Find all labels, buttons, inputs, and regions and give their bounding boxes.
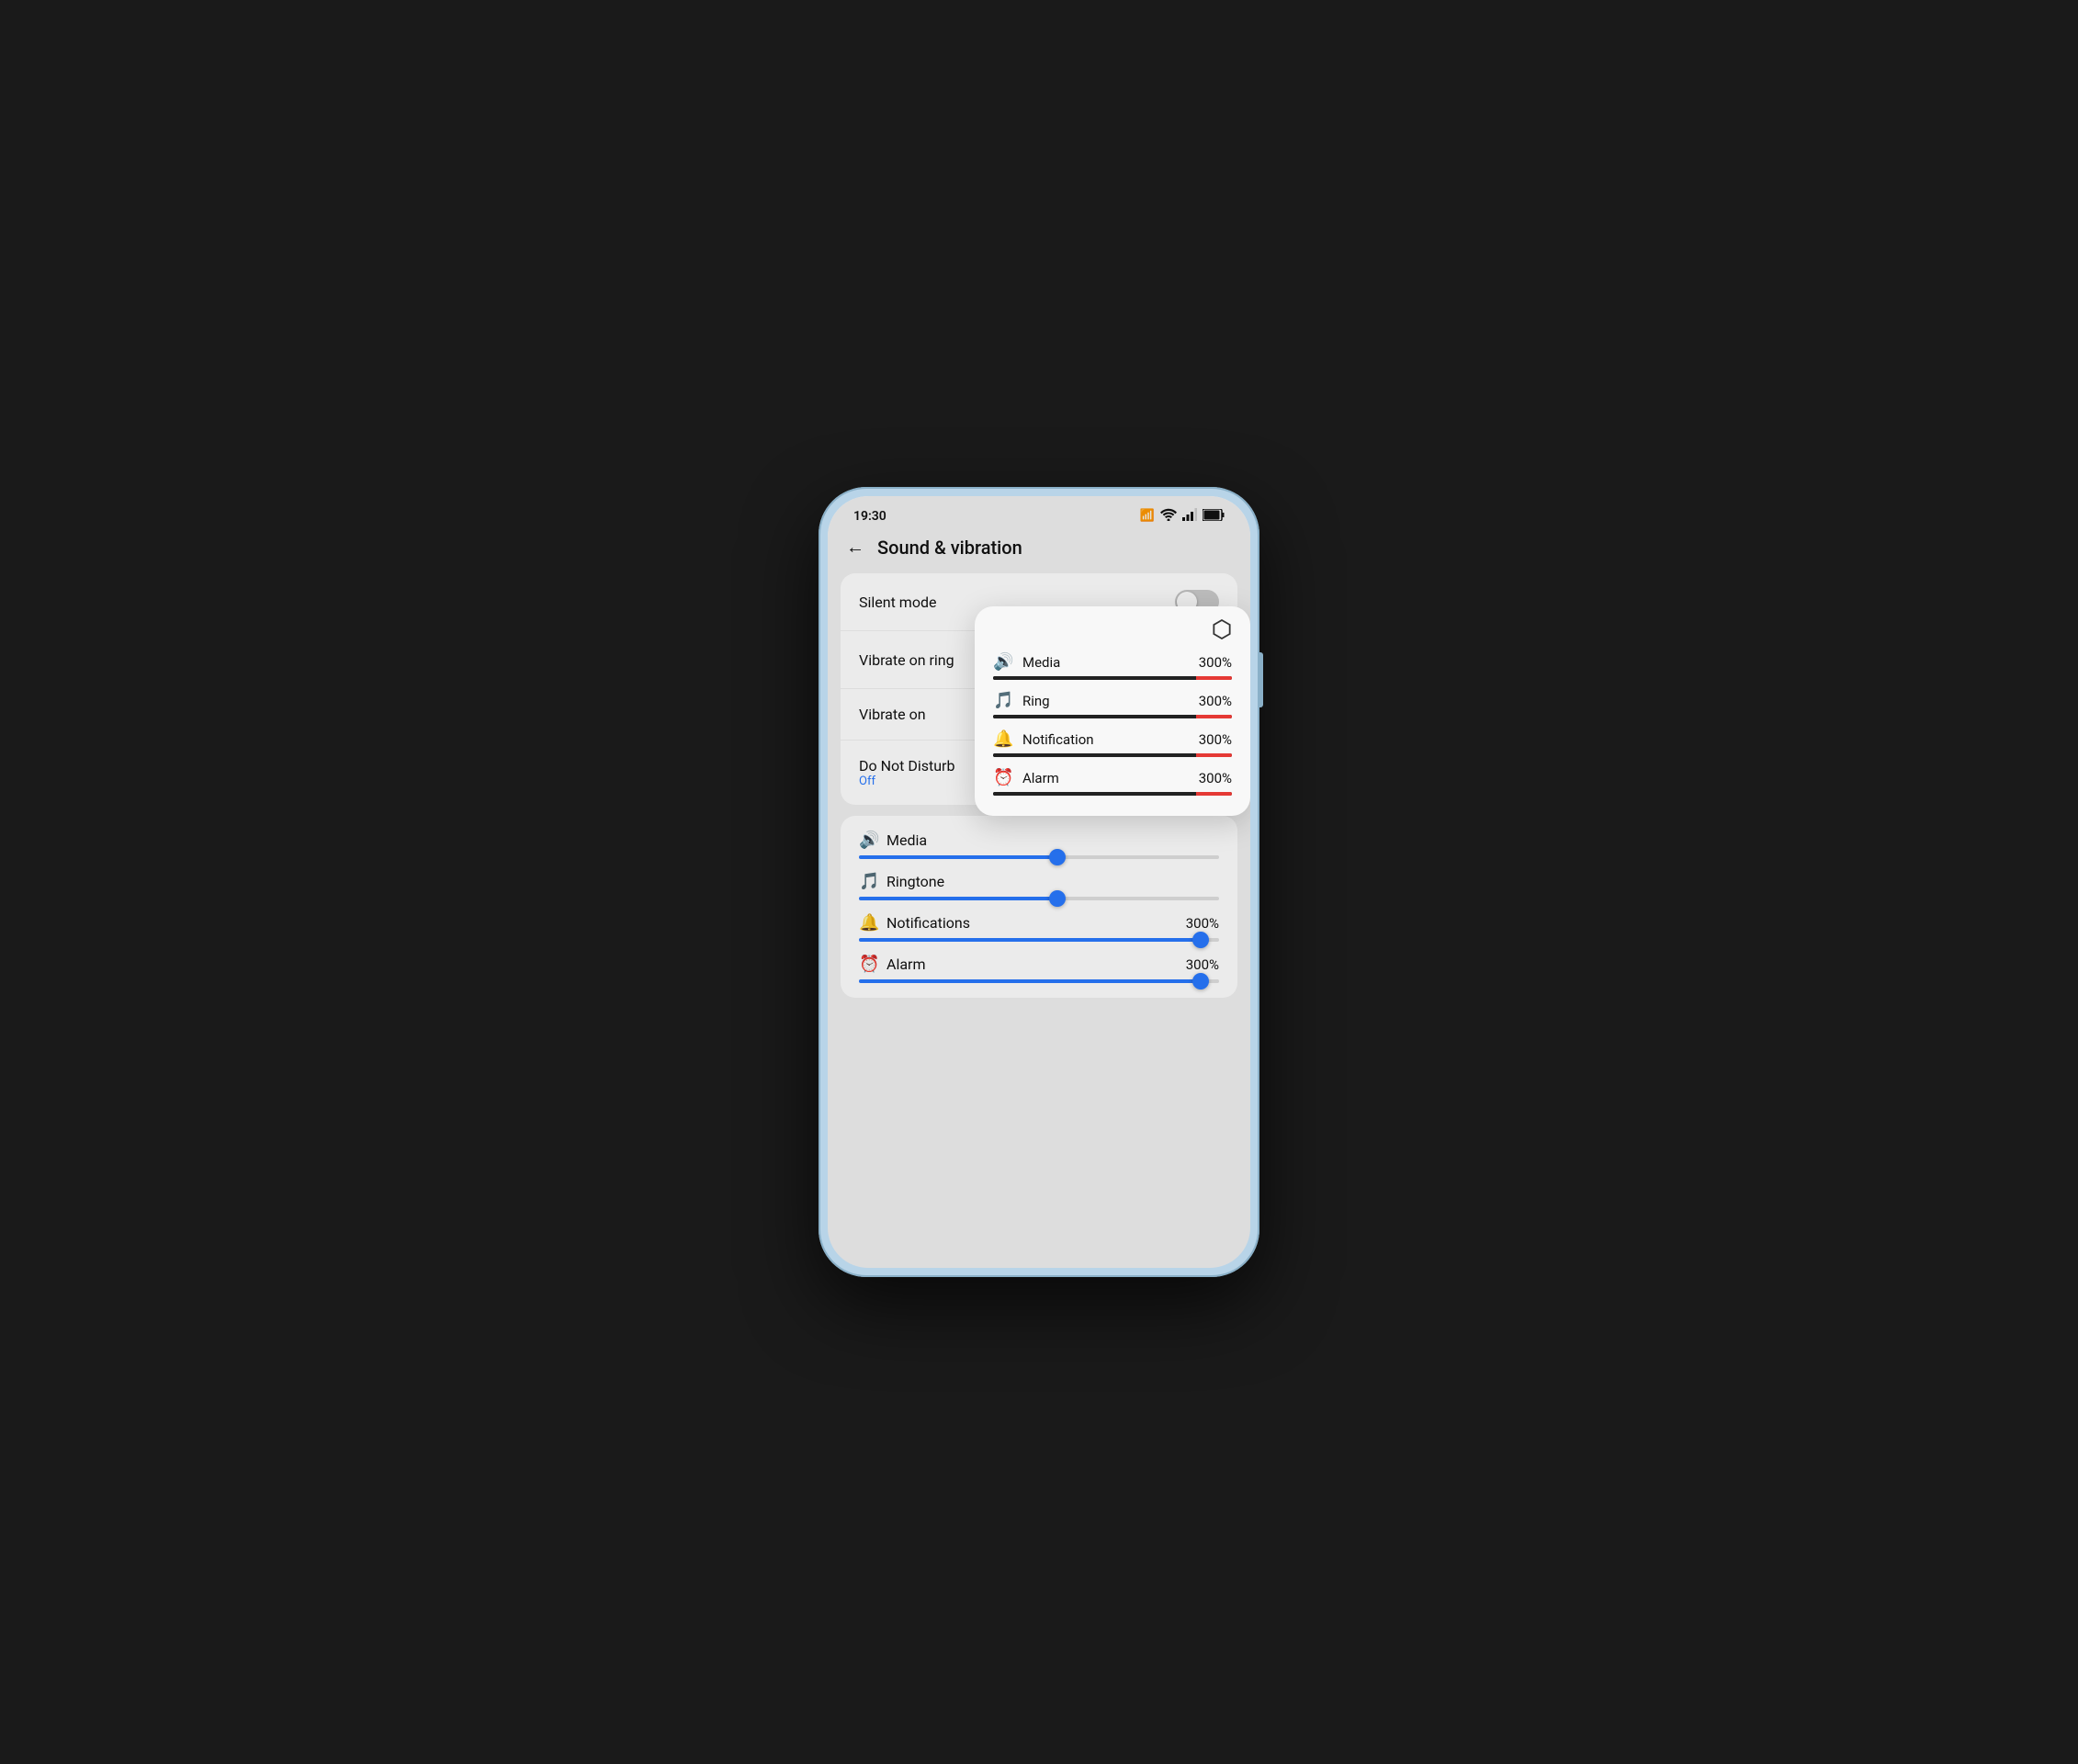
- popup-media-fill: [993, 676, 1232, 680]
- popup-alarm-icon: ⏰: [993, 768, 1013, 787]
- popup-notification-slider[interactable]: [993, 753, 1232, 757]
- popup-ring-fill: [993, 715, 1232, 718]
- popup-notification-value: 300%: [1199, 731, 1232, 748]
- popup-media-icon: 🔊: [993, 652, 1013, 672]
- phone-frame: 19:30 📶: [819, 487, 1259, 1277]
- popup-notification-item: 🔔 Notification 300%: [993, 729, 1232, 757]
- popup-media-slider[interactable]: [993, 676, 1232, 680]
- popup-ring-label: Ring: [1022, 693, 1050, 709]
- popup-alarm-label: Alarm: [1022, 770, 1059, 786]
- popup-ring-slider[interactable]: [993, 715, 1232, 718]
- popup-media-row: 🔊 Media 300%: [993, 652, 1232, 672]
- side-button: [1259, 652, 1263, 707]
- popup-ring-value: 300%: [1199, 693, 1232, 709]
- popup-overlay[interactable]: 🔊 Media 300% 🎵 Ring 300%: [828, 496, 1250, 1268]
- popup-notification-label: Notification: [1022, 731, 1094, 748]
- popup-media-value: 300%: [1199, 654, 1232, 671]
- popup-media-label: Media: [1022, 654, 1060, 671]
- popup-alarm-fill: [993, 792, 1232, 796]
- popup-notification-row: 🔔 Notification 300%: [993, 729, 1232, 749]
- popup-alarm-item: ⏰ Alarm 300%: [993, 768, 1232, 796]
- volume-popup: 🔊 Media 300% 🎵 Ring 300%: [975, 606, 1250, 816]
- popup-notification-icon: 🔔: [993, 729, 1013, 749]
- popup-alarm-slider[interactable]: [993, 792, 1232, 796]
- popup-ring-item: 🎵 Ring 300%: [993, 691, 1232, 718]
- settings-hex-icon[interactable]: [1212, 619, 1232, 645]
- phone-screen: 19:30 📶: [828, 496, 1250, 1268]
- popup-alarm-value: 300%: [1199, 770, 1232, 786]
- popup-media-item: 🔊 Media 300%: [993, 652, 1232, 680]
- popup-notification-fill: [993, 753, 1232, 757]
- popup-ring-row: 🎵 Ring 300%: [993, 691, 1232, 710]
- popup-header: [993, 619, 1232, 645]
- popup-alarm-row: ⏰ Alarm 300%: [993, 768, 1232, 787]
- popup-ring-icon: 🎵: [993, 691, 1013, 710]
